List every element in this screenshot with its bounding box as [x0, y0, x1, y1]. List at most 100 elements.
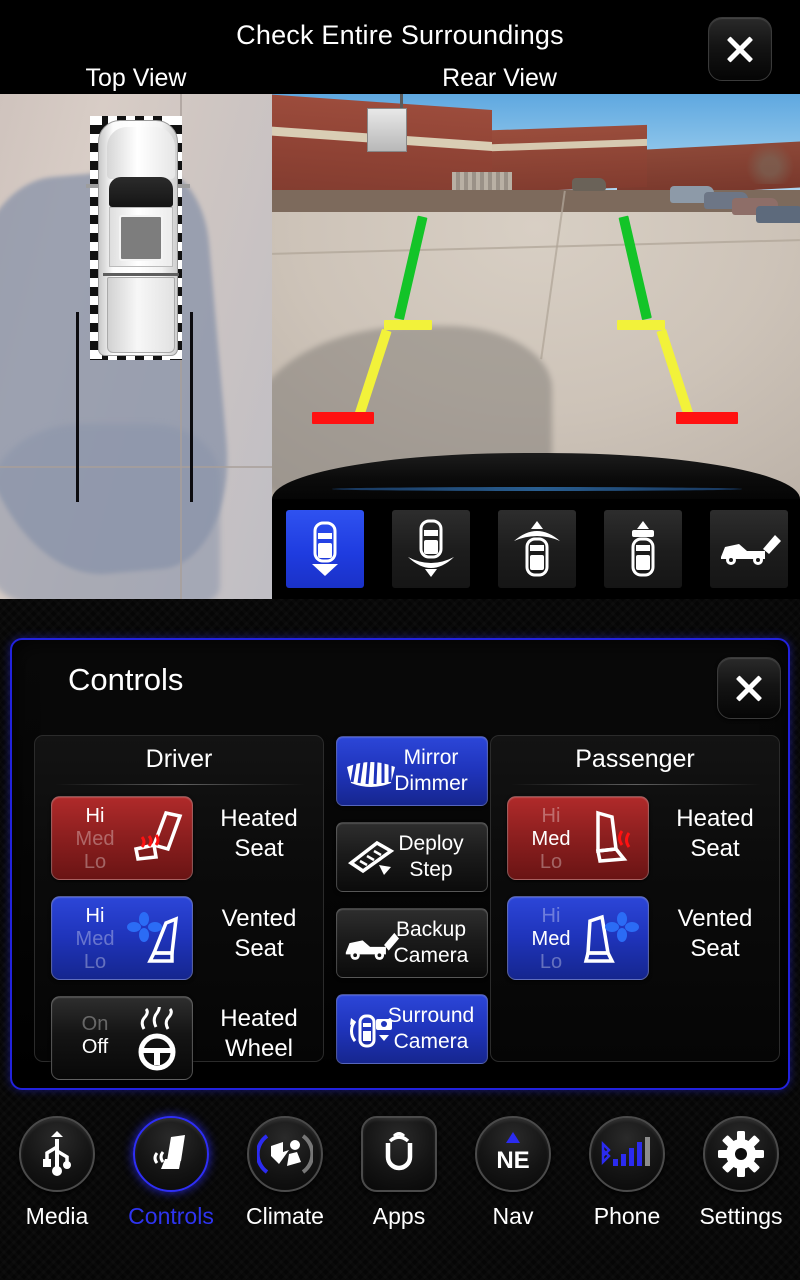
- guideline-near-left: [312, 412, 374, 424]
- media-button[interactable]: [19, 1116, 95, 1192]
- deploy-step-label: Deploy Step: [383, 831, 479, 883]
- level-med[interactable]: Med: [64, 828, 126, 850]
- backup-camera-label: Backup Camera: [383, 917, 479, 969]
- bottom-navigation-bar: Media Controls Climate Apps NE Nav Phone…: [0, 1098, 800, 1280]
- label-line-2: Dimmer: [394, 772, 468, 795]
- nav-label: Nav: [492, 1203, 534, 1229]
- camera-view-area: [0, 94, 800, 599]
- passenger-heated-seat-row: Hi Med Lo Heated Seat: [507, 796, 769, 880]
- level-lo[interactable]: Lo: [64, 851, 126, 873]
- gear-icon: [718, 1131, 764, 1177]
- controls-panel-title: Controls: [68, 662, 184, 697]
- driver-heated-seat-button[interactable]: Hi Med Lo: [51, 796, 193, 880]
- view-mode-rear-wide-button[interactable]: [392, 510, 470, 588]
- label-line-2: Step: [409, 858, 453, 881]
- camera-view-mode-bar: [272, 499, 800, 599]
- climate-icon: [257, 1134, 313, 1174]
- view-mode-rear-narrow-button[interactable]: [286, 510, 364, 588]
- rooftop-unit: [367, 108, 407, 152]
- driver-heated-seat-row: Hi Med Lo Heated Seat: [51, 796, 313, 880]
- camera-header: Check Entire Surroundings Top View Rear …: [0, 0, 800, 94]
- nav-item-nav[interactable]: NE Nav: [456, 1116, 570, 1230]
- divider: [511, 784, 761, 785]
- label-line-1: Heated: [676, 805, 754, 832]
- close-icon: [726, 35, 754, 63]
- driver-column-header: Driver: [145, 745, 213, 773]
- level-med[interactable]: Med: [64, 928, 126, 950]
- vented-seat-icon: [583, 912, 639, 963]
- level-med[interactable]: Med: [520, 828, 582, 850]
- level-off[interactable]: Off: [64, 1036, 126, 1058]
- label-line-1: Vented: [221, 905, 297, 932]
- mirror-dimmer-button[interactable]: Mirror Dimmer: [336, 736, 488, 806]
- guideline-mid-tick-right: [617, 320, 665, 330]
- settings-button[interactable]: [703, 1116, 779, 1192]
- nav-item-settings[interactable]: Settings: [684, 1116, 798, 1230]
- rear-narrow-view-icon: [312, 521, 338, 576]
- controls-button[interactable]: [133, 1116, 209, 1192]
- view-mode-front-narrow-button[interactable]: [604, 510, 682, 588]
- climate-button[interactable]: [247, 1116, 323, 1192]
- label-line-1: Deploy: [398, 832, 464, 855]
- nav-button[interactable]: NE: [475, 1116, 551, 1192]
- label-line-2: Camera: [393, 1030, 469, 1053]
- level-lo[interactable]: Lo: [520, 951, 582, 973]
- settings-label: Settings: [699, 1203, 783, 1229]
- level-med[interactable]: Med: [520, 928, 582, 950]
- surround-camera-button[interactable]: Surround Camera: [336, 994, 488, 1064]
- driver-controls-column: Driver Hi Med Lo Heated Seat Hi Med Lo V…: [34, 735, 324, 1080]
- tree: [742, 140, 798, 184]
- label-line-2: Wheel: [224, 1035, 294, 1062]
- label-line-1: Surround: [387, 1004, 475, 1027]
- level-hi[interactable]: Hi: [520, 905, 582, 927]
- passenger-column-header: Passenger: [575, 745, 695, 773]
- controls-close-button[interactable]: [717, 657, 781, 719]
- camera-close-button[interactable]: [708, 17, 772, 81]
- front-narrow-view-icon: [631, 521, 655, 577]
- nav-item-controls[interactable]: Controls: [114, 1116, 228, 1230]
- rear-view-camera-feed[interactable]: [272, 94, 800, 499]
- backup-camera-button[interactable]: Backup Camera: [336, 908, 488, 978]
- label-line-2: Camera: [393, 944, 469, 967]
- driver-vented-seat-levels: Hi Med Lo: [64, 905, 126, 973]
- nav-item-phone[interactable]: Phone: [570, 1116, 684, 1230]
- nav-item-apps[interactable]: Apps: [342, 1116, 456, 1230]
- driver-vented-seat-button[interactable]: Hi Med Lo: [51, 896, 193, 980]
- deploy-step-button[interactable]: Deploy Step: [336, 822, 488, 892]
- guideline-near-right: [676, 412, 738, 424]
- passenger-controls-column: Passenger Hi Med Lo Heated Seat Hi Med L…: [490, 735, 780, 1062]
- passenger-heated-seat-button[interactable]: Hi Med Lo: [507, 796, 649, 880]
- passenger-vented-seat-row: Hi Med Lo Vented Seat: [507, 896, 769, 980]
- label-line-1: Backup: [395, 918, 467, 941]
- phone-label: Phone: [593, 1203, 661, 1229]
- nav-item-climate[interactable]: Climate: [228, 1116, 342, 1230]
- phone-button[interactable]: [589, 1116, 665, 1192]
- apps-button[interactable]: [361, 1116, 437, 1192]
- driver-heated-wheel-levels: On Off: [64, 1013, 126, 1058]
- level-hi[interactable]: Hi: [64, 805, 126, 827]
- nav-item-media[interactable]: Media: [0, 1116, 114, 1230]
- vehicle-overhead-graphic: [86, 120, 190, 356]
- front-wide-view-icon: [514, 521, 560, 577]
- rear-wide-view-icon: [408, 519, 454, 577]
- label-line-2: Seat: [690, 835, 740, 862]
- media-label: Media: [25, 1203, 89, 1229]
- heated-seat-icon: [133, 810, 183, 861]
- level-lo[interactable]: Lo: [64, 951, 126, 973]
- view-mode-front-wide-button[interactable]: [498, 510, 576, 588]
- level-lo[interactable]: Lo: [520, 851, 582, 873]
- passenger-vented-seat-label: Vented Seat: [659, 904, 771, 964]
- passenger-vented-seat-button[interactable]: Hi Med Lo: [507, 896, 649, 980]
- driver-vented-seat-label: Vented Seat: [203, 904, 315, 964]
- view-mode-cargo-bed-button[interactable]: [710, 510, 788, 588]
- controls-label: Controls: [128, 1203, 214, 1229]
- compass-ne-icon: NE: [496, 1132, 530, 1174]
- driver-heated-seat-label: Heated Seat: [203, 804, 315, 864]
- level-hi[interactable]: Hi: [520, 805, 582, 827]
- driver-heated-wheel-button[interactable]: On Off: [51, 996, 193, 1080]
- top-view-guideline-left: [76, 312, 79, 502]
- parked-car: [756, 206, 800, 223]
- top-view-camera-feed[interactable]: [0, 94, 272, 599]
- level-hi[interactable]: Hi: [64, 905, 126, 927]
- level-on[interactable]: On: [64, 1013, 126, 1035]
